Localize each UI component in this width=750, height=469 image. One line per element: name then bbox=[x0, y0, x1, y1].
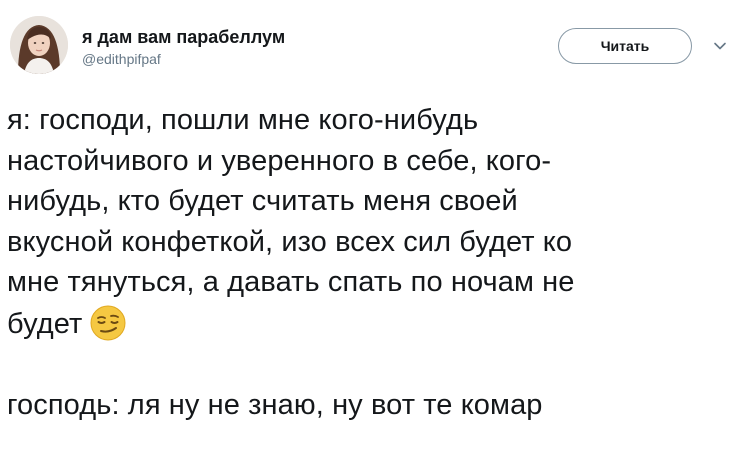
avatar-photo-icon bbox=[10, 16, 68, 74]
tweet-line: я: господи, пошли мне кого-нибудь bbox=[7, 104, 479, 136]
tweet-line: настойчивого и уверенного в себе, кого- bbox=[7, 144, 552, 177]
avatar[interactable] bbox=[10, 16, 68, 74]
tweet-reply-line: господь: ля ну не знаю, ну вот те комар bbox=[7, 388, 543, 421]
tweet-line: будет bbox=[7, 307, 83, 340]
tweet-card: я дам вам парабеллум @edithpifpaf Читать… bbox=[0, 0, 750, 469]
display-name[interactable]: я дам вам парабеллум bbox=[82, 26, 285, 48]
follow-button[interactable]: Читать bbox=[558, 28, 692, 64]
chevron-down-icon[interactable] bbox=[712, 38, 728, 54]
user-names: я дам вам парабеллум @edithpifpaf bbox=[82, 26, 285, 68]
tweet-line: нибудь, кто будет считать меня своей bbox=[7, 185, 518, 217]
tweet-text: я: господи, пошли мне кого-нибудь настой… bbox=[7, 100, 743, 425]
smirking-face-icon bbox=[88, 303, 128, 343]
tweet-line-last: будет bbox=[7, 303, 743, 345]
tweet-header: я дам вам парабеллум @edithpifpaf Читать bbox=[10, 16, 740, 92]
user-handle[interactable]: @edithpifpaf bbox=[82, 50, 285, 68]
tweet-line: вкусной конфеткой, изо всех сил будет ко bbox=[7, 225, 573, 258]
tweet-line: мне тянуться, а давать спать по ночам не bbox=[7, 266, 575, 298]
